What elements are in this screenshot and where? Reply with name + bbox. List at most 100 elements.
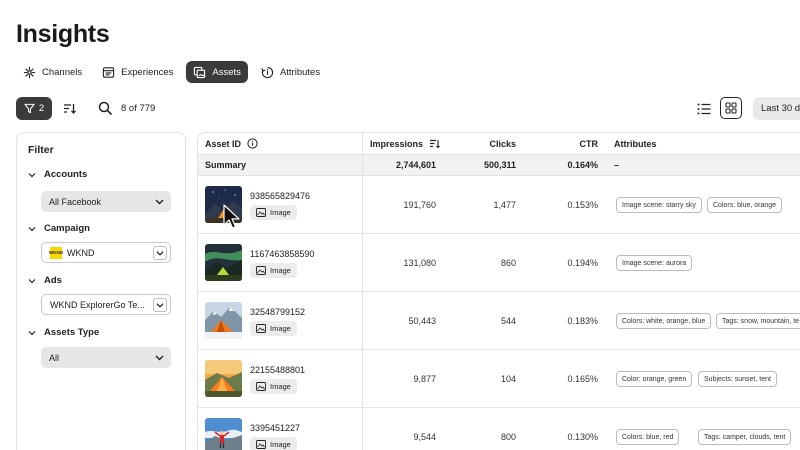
campaign-select[interactable]: WKND WKND bbox=[41, 242, 171, 263]
tab-attributes[interactable]: Attributes bbox=[254, 61, 327, 83]
section-label: Ads bbox=[44, 275, 62, 286]
summary-impressions: 2,744,601 bbox=[395, 160, 436, 170]
hiker-image bbox=[205, 418, 242, 450]
table-row[interactable]: 1167463858590 Image 131,080 860 0.194% I… bbox=[198, 234, 800, 292]
sort-icon bbox=[63, 104, 76, 114]
image-icon bbox=[256, 208, 266, 217]
asset-thumbnail[interactable] bbox=[205, 244, 242, 281]
chevron-down-icon bbox=[28, 226, 36, 231]
column-ctr[interactable]: CTR bbox=[548, 133, 599, 154]
asset-id[interactable]: 938565829476 bbox=[250, 191, 310, 201]
sort-button[interactable] bbox=[60, 100, 78, 118]
impressions-value: 131,080 bbox=[403, 257, 436, 268]
table-row[interactable]: 938565829476 Image 191,760 1,477 0.153% … bbox=[198, 176, 800, 234]
asset-id[interactable]: 3395451227 bbox=[250, 423, 300, 433]
column-label: Attributes bbox=[614, 138, 657, 149]
filter-icon bbox=[24, 103, 35, 114]
summary-attributes: – bbox=[614, 160, 620, 170]
attribute-tag[interactable]: Colors: blue, orange bbox=[707, 197, 783, 213]
attribute-tag[interactable]: Image scene: aurora bbox=[616, 255, 693, 271]
table-row[interactable]: 22155488801 Image 9,877 104 0.165% Color… bbox=[198, 350, 800, 408]
select-value: WKND ExplorerGo Te... bbox=[50, 299, 145, 310]
assets-type-section-toggle[interactable]: Assets Type bbox=[28, 327, 99, 338]
asset-id[interactable]: 22155488801 bbox=[250, 365, 305, 375]
aurora-tent-image bbox=[205, 244, 242, 281]
asset-type: Image bbox=[270, 382, 291, 391]
grid-view-icon bbox=[725, 102, 737, 114]
section-label: Accounts bbox=[44, 169, 88, 180]
attribute-tag[interactable]: Colors: white, orange, blue bbox=[616, 313, 712, 329]
filter-count: 2 bbox=[38, 103, 45, 114]
accounts-select[interactable]: All Facebook bbox=[41, 191, 171, 212]
tab-channels[interactable]: Channels bbox=[16, 61, 89, 83]
grid-view-button[interactable] bbox=[720, 97, 742, 119]
asset-type-badge: Image bbox=[250, 379, 297, 394]
attribute-tag[interactable]: Tags: snow, mountain, te bbox=[716, 313, 800, 329]
ads-dropdown-toggle[interactable] bbox=[153, 298, 167, 312]
column-clicks[interactable]: Clicks bbox=[468, 133, 516, 154]
column-attributes[interactable]: Attributes bbox=[614, 133, 657, 154]
image-icon bbox=[256, 440, 266, 449]
asset-id[interactable]: 1167463858590 bbox=[250, 249, 314, 259]
chevron-down-icon bbox=[156, 251, 164, 256]
experiences-icon bbox=[102, 66, 115, 78]
assets-type-select[interactable]: All bbox=[41, 347, 171, 368]
impressions-value: 9,877 bbox=[413, 373, 436, 384]
ads-select[interactable]: WKND ExplorerGo Te... bbox=[41, 294, 171, 315]
filter-title: Filter bbox=[28, 144, 54, 156]
channels-icon bbox=[23, 66, 36, 78]
summary-row: Summary 2,744,601 500,311 0.164% – bbox=[198, 155, 800, 176]
clicks-value: 104 bbox=[500, 373, 516, 384]
accounts-section-toggle[interactable]: Accounts bbox=[28, 169, 87, 180]
attribute-tag[interactable]: Color: orange, green bbox=[616, 371, 693, 387]
chevron-down-icon bbox=[28, 278, 36, 283]
attribute-tag[interactable]: Subjects: sunset, tent bbox=[698, 371, 777, 387]
tab-experiences[interactable]: Experiences bbox=[95, 61, 180, 83]
list-view-icon[interactable] bbox=[696, 101, 712, 117]
campaign-section-toggle[interactable]: Campaign bbox=[28, 223, 90, 234]
search-icon[interactable] bbox=[98, 101, 113, 116]
snow-tent-image bbox=[205, 302, 242, 339]
filter-button[interactable]: 2 bbox=[16, 97, 52, 120]
attribute-tag[interactable]: Colors: blue, red bbox=[616, 429, 680, 445]
asset-thumbnail[interactable] bbox=[205, 302, 242, 339]
table-row[interactable]: 32548799152 Image 50,443 544 0.183% Colo… bbox=[198, 292, 800, 350]
attribute-tag[interactable]: Tags: camper, clouds, tent bbox=[698, 429, 792, 445]
column-impressions[interactable]: Impressions bbox=[370, 133, 440, 154]
column-asset-id[interactable]: Asset ID bbox=[205, 133, 258, 154]
wknd-logo: WKND bbox=[49, 246, 63, 259]
chevron-down-icon bbox=[28, 172, 36, 177]
filter-panel: Filter Accounts All Facebook Campaign WK… bbox=[16, 132, 186, 450]
asset-thumbnail[interactable] bbox=[205, 418, 242, 450]
asset-type: Image bbox=[270, 440, 291, 449]
asset-type-badge: Image bbox=[250, 437, 297, 450]
attribute-tag[interactable]: Image scene: starry sky bbox=[616, 197, 702, 213]
asset-thumbnail[interactable] bbox=[205, 360, 242, 397]
select-value: All Facebook bbox=[49, 196, 102, 207]
campaign-dropdown-toggle[interactable] bbox=[153, 246, 167, 260]
impressions-value: 9,544 bbox=[413, 431, 436, 442]
asset-type-badge: Image bbox=[250, 263, 297, 278]
clicks-value: 1,477 bbox=[493, 199, 516, 210]
asset-id[interactable]: 32548799152 bbox=[250, 307, 305, 317]
image-icon bbox=[256, 266, 266, 275]
table-row[interactable]: 3395451227 Image 9,544 800 0.130% Colors… bbox=[198, 408, 800, 450]
ctr-value: 0.194% bbox=[567, 257, 598, 268]
clicks-value: 544 bbox=[500, 315, 516, 326]
chevron-down-icon bbox=[28, 330, 36, 335]
tab-label: Experiences bbox=[121, 66, 174, 78]
date-range-picker[interactable]: Last 30 days bbox=[753, 97, 800, 120]
column-label: Asset ID bbox=[205, 138, 242, 149]
image-icon bbox=[256, 324, 266, 333]
info-icon[interactable] bbox=[247, 138, 258, 149]
asset-type: Image bbox=[270, 266, 291, 275]
summary-label: Summary bbox=[205, 160, 247, 170]
chevron-down-icon bbox=[155, 355, 164, 361]
column-divider bbox=[362, 133, 363, 450]
tab-assets[interactable]: Assets bbox=[186, 61, 248, 83]
tab-label: Attributes bbox=[279, 66, 321, 78]
column-label: Impressions bbox=[370, 138, 424, 149]
ads-section-toggle[interactable]: Ads bbox=[28, 275, 62, 286]
toolbar: 2 8 of 779 Last 30 days bbox=[16, 97, 800, 120]
chevron-down-icon bbox=[156, 303, 164, 308]
